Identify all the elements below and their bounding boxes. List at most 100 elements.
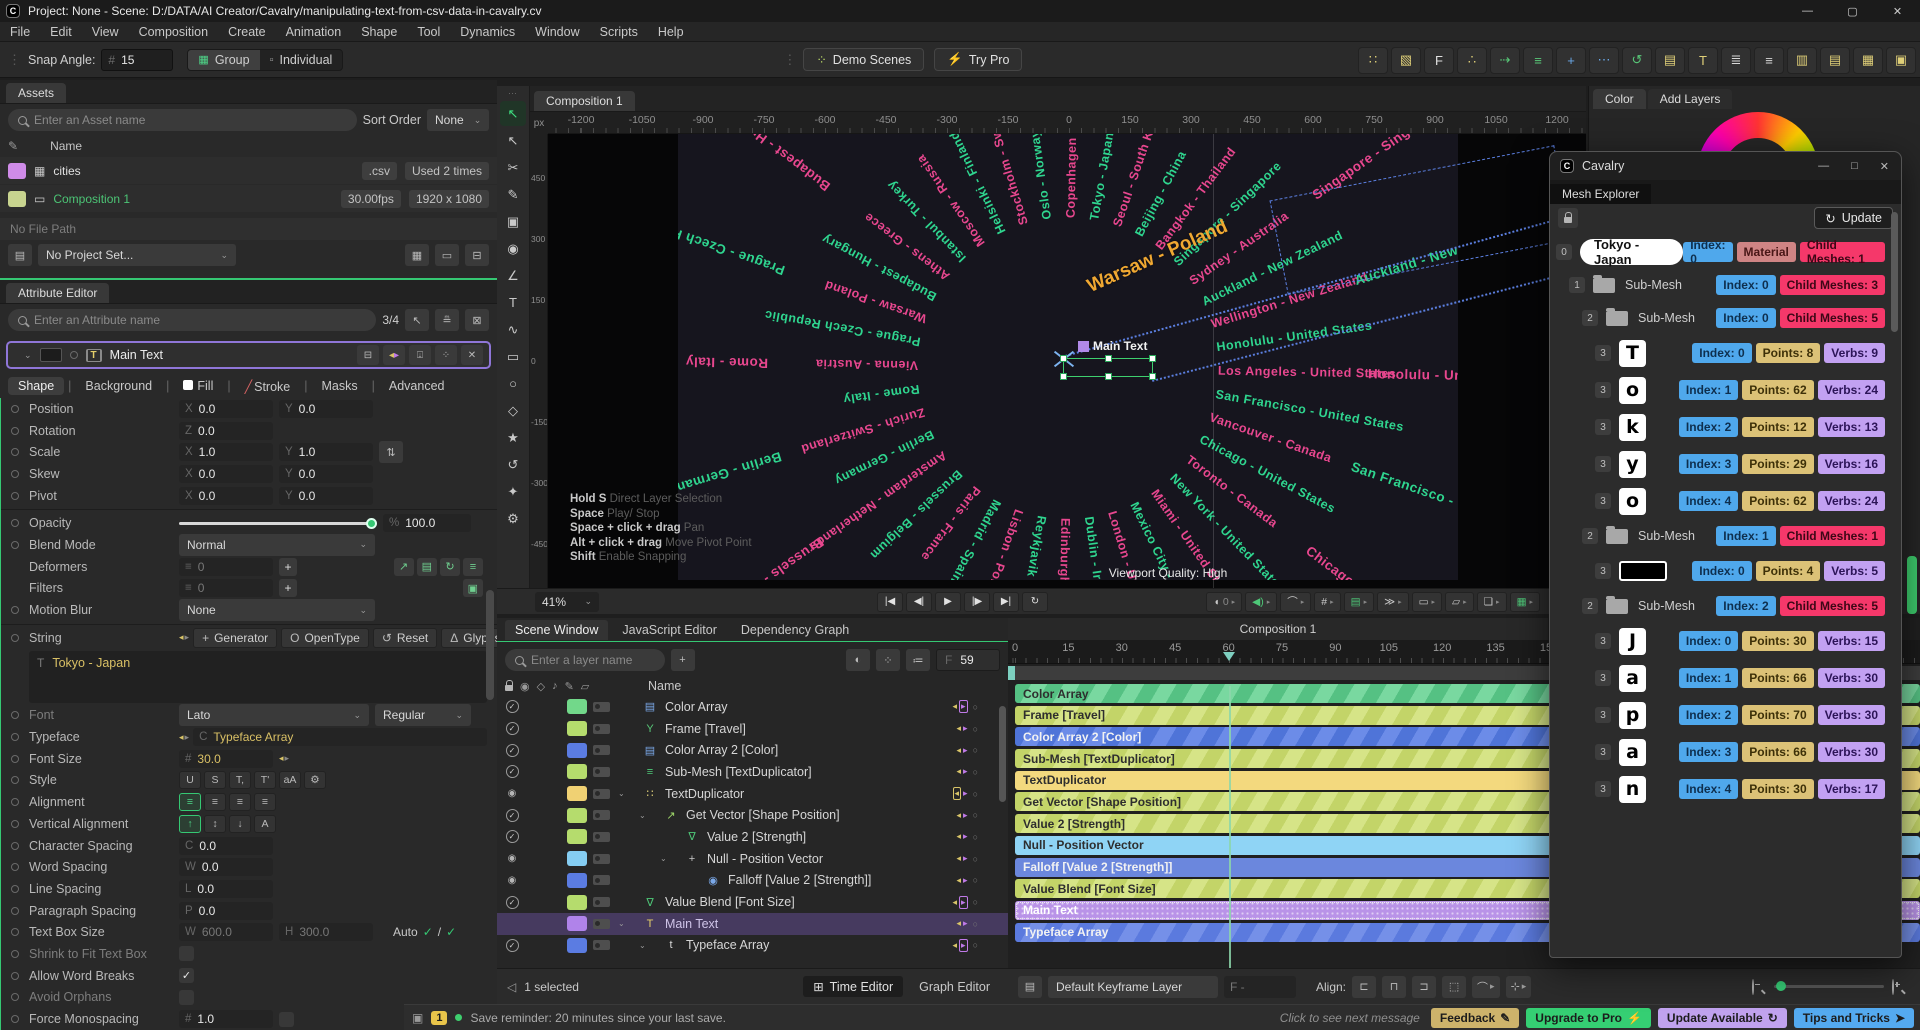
- menu-view[interactable]: View: [92, 25, 119, 39]
- asset-color-swatch[interactable]: [8, 163, 26, 179]
- typeface-field[interactable]: CTypeface Array: [193, 728, 487, 746]
- rectangle-tool[interactable]: ▭: [500, 344, 526, 369]
- attr-field[interactable]: W0.0: [179, 858, 273, 876]
- layer-color-swatch[interactable]: [567, 829, 587, 844]
- valign-0[interactable]: ↑: [179, 815, 201, 833]
- attr-field[interactable]: C0.0: [179, 837, 273, 855]
- mesh-row[interactable]: 3TIndex: 0Points: 8Verbs: 9: [1556, 337, 1885, 369]
- pen-tool[interactable]: ✎: [500, 182, 526, 207]
- layer-row[interactable]: ✓∇Value Blend [Font Size]◂▸○: [497, 891, 1008, 913]
- maximize-button[interactable]: ▢: [1830, 0, 1875, 22]
- keyframe-dot[interactable]: [11, 606, 19, 614]
- attr-field[interactable]: ≡0: [179, 579, 273, 597]
- string-value-box[interactable]: TTokyo - Japan: [29, 651, 487, 703]
- visibility-check-icon[interactable]: ✓: [497, 830, 527, 843]
- attr-field[interactable]: L0.0: [179, 880, 273, 898]
- visibility-check-icon[interactable]: ✓: [497, 744, 527, 757]
- asset-color-swatch[interactable]: [8, 191, 26, 207]
- keyframe-dot[interactable]: [11, 634, 19, 642]
- mesh-row[interactable]: 3pIndex: 2Points: 70Verbs: 30: [1556, 699, 1885, 731]
- keyframe-dot[interactable]: [11, 519, 19, 527]
- settings-tool[interactable]: ⚙: [500, 506, 526, 531]
- auto-width-check[interactable]: ✓: [423, 925, 433, 939]
- snap-magnet-icon[interactable]: ⌒ ▸: [1472, 976, 1500, 998]
- text-tool-icon[interactable]: T: [1688, 47, 1718, 74]
- mesh-scrollbar[interactable]: [1891, 212, 1898, 332]
- keyframe-arrows[interactable]: ◂▸○: [957, 918, 979, 929]
- attr-field[interactable]: Z0.0: [179, 422, 273, 440]
- timeline-zoom-slider[interactable]: [1774, 985, 1884, 988]
- attr-field[interactable]: #1.0: [179, 1010, 273, 1028]
- skip-end-button[interactable]: ▶|: [993, 592, 1019, 612]
- tab-color[interactable]: Color: [1593, 89, 1646, 109]
- attribute-layer-header[interactable]: ⌄ T Main Text ⊟ ◂▸ ⍗ ⁘ ✕: [6, 341, 491, 369]
- keyframe-layer-select[interactable]: Default Keyframe Layer: [1048, 976, 1218, 998]
- layer-row[interactable]: ✓⌄↗Get Vector [Shape Position]◂▸○: [497, 804, 1008, 826]
- layer-color-swatch[interactable]: [567, 895, 587, 910]
- style-t,-button[interactable]: T,: [229, 771, 251, 789]
- attr-field[interactable]: X0.0: [179, 400, 273, 418]
- mesh-row[interactable]: 2Sub-MeshIndex: 2Child Meshes: 5: [1556, 592, 1885, 620]
- keyframe-dot[interactable]: [11, 470, 19, 478]
- auto-height-check[interactable]: ✓: [446, 925, 456, 939]
- keyframe-dot[interactable]: [11, 405, 19, 413]
- tab-time-editor[interactable]: ⊞Time Editor: [803, 976, 903, 997]
- frame-f-icon[interactable]: F: [1424, 47, 1454, 74]
- expand-chevron-icon[interactable]: ⌄: [660, 854, 667, 863]
- attr-field[interactable]: Y0.0: [279, 487, 373, 505]
- mesh-row[interactable]: 3kIndex: 2Points: 12Verbs: 13: [1556, 411, 1885, 443]
- keyframe-arrows[interactable]: ◂▸: [179, 732, 189, 743]
- ae-tab-fill[interactable]: Fill: [173, 377, 223, 395]
- checkbox[interactable]: [179, 946, 194, 961]
- style-u-button[interactable]: U: [179, 771, 201, 789]
- tag-chip-icon[interactable]: [593, 919, 610, 929]
- attr-field[interactable]: Y0.0: [279, 465, 373, 483]
- back-icon[interactable]: ◁: [507, 980, 516, 994]
- layer-row[interactable]: ◉◉Falloff [Value 2 [Strength]]◂▸○: [497, 870, 1008, 892]
- grid-icon[interactable]: #▸: [1314, 592, 1340, 612]
- menu-create[interactable]: Create: [228, 25, 266, 39]
- expand-chevron-icon[interactable]: ⌄: [618, 919, 625, 928]
- ellipsis-dots-icon[interactable]: ⋯: [1589, 47, 1619, 74]
- generator-button[interactable]: +Generator: [193, 628, 277, 648]
- menu-animation[interactable]: Animation: [286, 25, 342, 39]
- columns-icon[interactable]: ▥: [1787, 47, 1817, 74]
- keyframe-arrows[interactable]: ◂▸: [179, 632, 189, 643]
- keyframe-arrows[interactable]: ◂▸○: [953, 939, 979, 952]
- expand-chevron-icon[interactable]: ⌄: [618, 789, 625, 798]
- layer-color-swatch[interactable]: [567, 786, 587, 801]
- tag-chip-icon[interactable]: [593, 875, 610, 885]
- text-tool[interactable]: T: [500, 290, 526, 315]
- bounds-icon[interactable]: ▭▸: [1412, 592, 1442, 612]
- bend-arrow-icon[interactable]: ↺: [1622, 47, 1652, 74]
- layer-scrollbar[interactable]: [999, 706, 1006, 802]
- layer-color-swatch[interactable]: [567, 938, 587, 953]
- layer-color-filter-icon[interactable]: ◐: [846, 649, 870, 671]
- keyframe-dot[interactable]: [11, 863, 19, 871]
- add-attribute-icon[interactable]: ≞: [435, 309, 459, 331]
- dashed-arrow-icon[interactable]: ⇢: [1490, 47, 1520, 74]
- keyframe-dot[interactable]: [11, 492, 19, 500]
- duplicate-icon[interactable]: ❏▸: [1477, 592, 1507, 612]
- mesh-row[interactable]: 1Sub-MeshIndex: 0Child Meshes: 3: [1556, 271, 1885, 299]
- keyframe-dot[interactable]: [11, 776, 19, 784]
- option-icon[interactable]: ▣: [463, 579, 483, 597]
- align-right-icon[interactable]: ⊐: [1412, 976, 1436, 998]
- style-aa-button[interactable]: aA: [279, 771, 301, 789]
- layer-row[interactable]: ◉⌄∷TextDuplicator◂▸○: [497, 783, 1008, 805]
- expand-chevron-icon[interactable]: ⌄: [639, 811, 646, 820]
- keyframe-arrows[interactable]: ◂▸○: [957, 766, 979, 777]
- play-button[interactable]: ▶: [935, 592, 961, 612]
- visibility-check-icon[interactable]: ✓: [497, 700, 527, 713]
- demo-scenes-button[interactable]: ⁘Demo Scenes: [803, 48, 924, 71]
- keyframe-dot[interactable]: [11, 427, 19, 435]
- polygon-tool[interactable]: ◇: [500, 398, 526, 423]
- tag-chip-icon[interactable]: [593, 854, 610, 864]
- opacity-slider[interactable]: [179, 522, 373, 525]
- timeline-frame-field[interactable]: F -: [1224, 976, 1296, 998]
- monospace-checkbox[interactable]: [279, 1012, 294, 1027]
- tag-chip-icon[interactable]: [593, 810, 610, 820]
- keyframe-dot[interactable]: [11, 755, 19, 763]
- layout-icon[interactable]: ⊟: [357, 345, 379, 365]
- keyframe-arrows[interactable]: ◂▸○: [957, 810, 979, 821]
